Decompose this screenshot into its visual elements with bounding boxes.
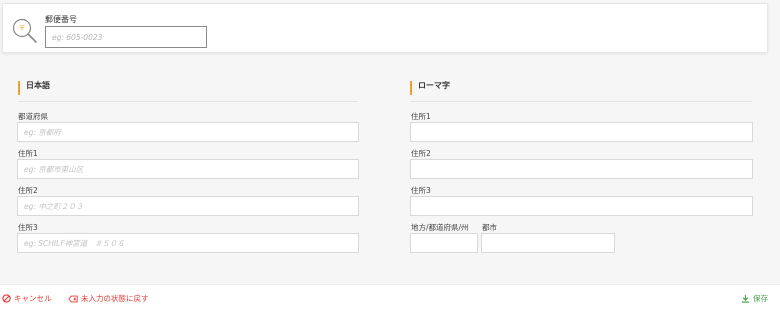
cancel-button[interactable]: キャンセル: [2, 293, 52, 304]
prefecture-input-ja[interactable]: [17, 122, 359, 142]
postal-code-card: 〒 郵便番号: [2, 3, 768, 53]
address3-label-romaji: 住所3: [411, 186, 431, 195]
postal-search-icon[interactable]: 〒: [11, 17, 39, 45]
address2-input-romaji[interactable]: [410, 159, 753, 179]
address2-input-ja[interactable]: [17, 196, 359, 216]
prefecture-label: 都道府県: [18, 112, 48, 121]
address1-input-ja[interactable]: [17, 159, 359, 179]
save-button[interactable]: 保存: [741, 293, 768, 304]
address2-label-romaji: 住所2: [411, 149, 431, 158]
city-label: 都市: [482, 223, 497, 232]
city-input[interactable]: [481, 233, 615, 253]
region-label: 地方/都道府県/州: [411, 223, 469, 232]
form-footer: キャンセル 未入力の状態に戻す 保存: [0, 284, 780, 312]
postal-code-label: 郵便番号: [45, 15, 77, 24]
cancel-icon: [2, 294, 11, 303]
section-title-romaji: ローマ字: [410, 81, 450, 95]
address1-label-ja: 住所1: [18, 149, 38, 158]
address3-input-ja[interactable]: [17, 233, 359, 253]
reset-label: 未入力の状態に戻す: [81, 294, 149, 303]
divider: [410, 101, 752, 102]
cancel-label: キャンセル: [14, 294, 52, 303]
download-icon: [741, 294, 750, 303]
section-title-japanese: 日本語: [18, 81, 50, 95]
address2-label-ja: 住所2: [18, 186, 38, 195]
address3-label-ja: 住所3: [18, 223, 38, 232]
save-label: 保存: [753, 294, 768, 303]
eraser-icon: [68, 295, 78, 302]
address1-label-romaji: 住所1: [411, 112, 431, 121]
divider: [18, 101, 358, 102]
region-input[interactable]: [410, 233, 478, 253]
reset-button[interactable]: 未入力の状態に戻す: [68, 293, 149, 304]
address3-input-romaji[interactable]: [410, 196, 753, 216]
postal-mark-icon: 〒: [19, 25, 26, 33]
postal-code-input[interactable]: [45, 26, 207, 48]
address1-input-romaji[interactable]: [410, 122, 753, 142]
